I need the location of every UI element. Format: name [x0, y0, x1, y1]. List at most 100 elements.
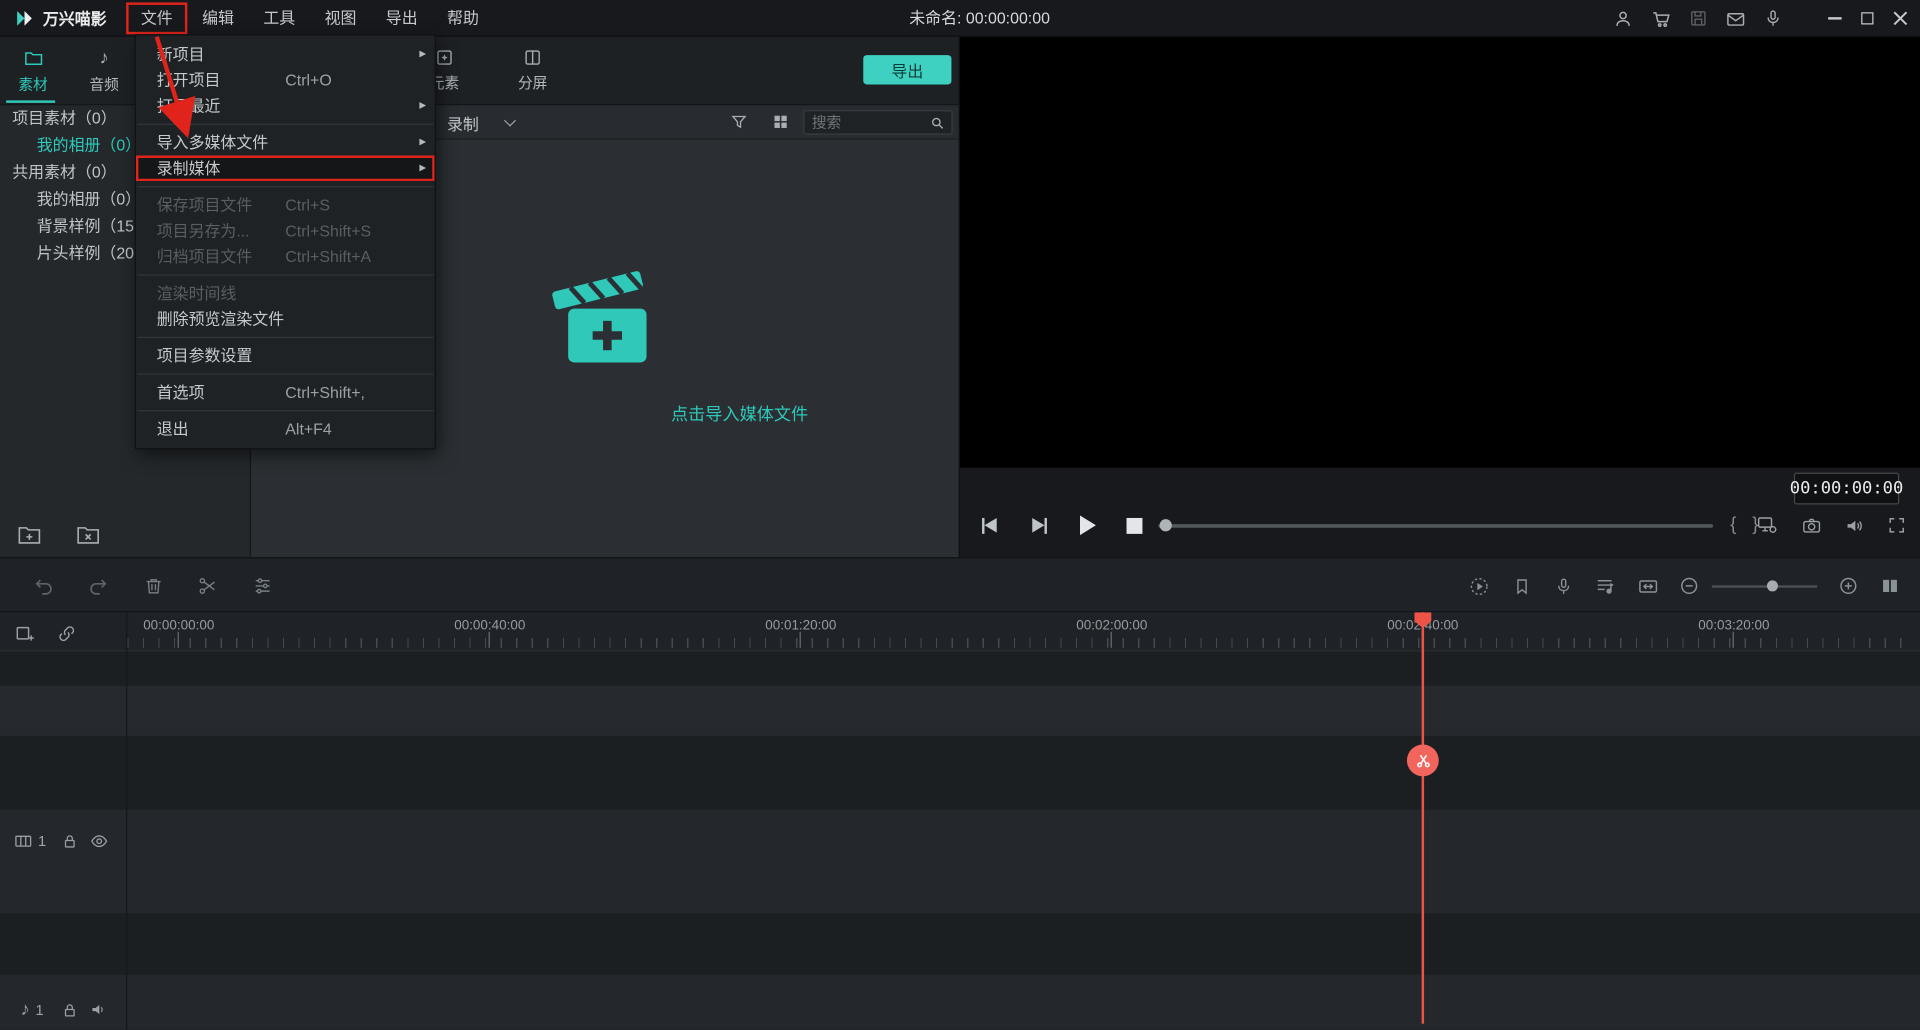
- menu-export[interactable]: 导出: [371, 0, 432, 36]
- maximize-button[interactable]: [1861, 12, 1873, 24]
- zoom-slider[interactable]: [1712, 585, 1817, 587]
- file-menu-item-render-timeline[interactable]: 渲染时间线: [136, 280, 435, 306]
- app-logo-icon: [15, 8, 35, 28]
- add-to-timeline-icon[interactable]: [15, 623, 36, 644]
- titlebar-actions: [1613, 0, 1783, 37]
- link-icon[interactable]: [56, 623, 77, 644]
- snapshot-icon[interactable]: [1800, 514, 1822, 536]
- close-button[interactable]: [1893, 11, 1908, 26]
- audio-track-lane: [0, 975, 1920, 1030]
- tab-media-label: 素材: [18, 73, 47, 94]
- volume-icon[interactable]: [1843, 514, 1865, 536]
- app-name: 万兴喵影: [43, 6, 107, 29]
- mail-icon[interactable]: [1725, 8, 1746, 29]
- timeline-ruler[interactable]: 00:00:00:00 00:00:40:00 00:01:20:00 00:0…: [0, 612, 1920, 651]
- submenu-arrow-icon: ▸: [419, 42, 426, 68]
- ruler-minor-ticks: [127, 638, 1915, 648]
- submenu-arrow-icon: ▸: [419, 156, 426, 182]
- redo-icon[interactable]: [86, 574, 109, 597]
- menu-tools[interactable]: 工具: [249, 0, 310, 36]
- mark-in-icon[interactable]: {: [1730, 514, 1736, 535]
- playback-settings-icon[interactable]: [1756, 514, 1778, 536]
- mic-icon[interactable]: [1763, 9, 1783, 29]
- tab-media[interactable]: 素材: [5, 48, 61, 95]
- zoom-out-icon[interactable]: [1678, 574, 1701, 597]
- delete-icon[interactable]: [142, 574, 165, 597]
- playhead-line[interactable]: [1422, 612, 1424, 1023]
- file-menu-item-new-project[interactable]: 新项目▸: [136, 42, 435, 68]
- file-menu-item-preferences[interactable]: 首选项Ctrl+Shift+,: [136, 380, 435, 406]
- current-timecode: 00:00:00:00: [1794, 473, 1899, 505]
- file-menu-item-save-as[interactable]: 项目另存为...Ctrl+Shift+S: [136, 218, 435, 244]
- cart-icon[interactable]: [1651, 8, 1672, 29]
- menu-separator: [137, 373, 433, 374]
- video-visibility-eye-icon[interactable]: [88, 830, 109, 851]
- timeline-lane: [0, 736, 1920, 809]
- file-menu-item-archive-project[interactable]: 归档项目文件Ctrl+Shift+A: [136, 244, 435, 270]
- split-scissors-icon[interactable]: [196, 574, 219, 597]
- marker-icon[interactable]: [1510, 574, 1533, 597]
- submenu-arrow-icon: ▸: [419, 130, 426, 156]
- filter-icon[interactable]: [730, 113, 748, 131]
- menu-separator: [137, 410, 433, 411]
- file-menu-item-delete-render-files[interactable]: 删除预览渲染文件: [136, 306, 435, 332]
- add-folder-icon[interactable]: [17, 523, 41, 545]
- minimize-button[interactable]: [1828, 17, 1841, 19]
- file-menu-item-import-media[interactable]: 导入多媒体文件▸: [136, 130, 435, 156]
- music-note-icon: ♪: [99, 48, 108, 69]
- active-tab-underline: [6, 100, 55, 102]
- play-button[interactable]: [1076, 516, 1098, 536]
- save-icon[interactable]: [1689, 9, 1709, 29]
- menu-separator: [137, 124, 433, 125]
- menu-view[interactable]: 视图: [310, 0, 371, 36]
- audio-mute-speaker-icon[interactable]: [88, 999, 109, 1020]
- window-controls: [1828, 0, 1908, 37]
- audio-lock-icon[interactable]: [59, 999, 80, 1020]
- splitscreen-icon: [523, 48, 543, 68]
- search-input[interactable]: [804, 114, 929, 131]
- timeline-panel: 00:00:00:00 00:00:40:00 00:01:20:00 00:0…: [0, 612, 1920, 1030]
- voiceover-mic-icon[interactable]: [1551, 574, 1574, 597]
- previous-frame-button[interactable]: [978, 516, 1000, 536]
- app-window: 万兴喵影 文件 编辑 工具 视图 导出 帮助 未命名: 00:00:00:00: [0, 0, 1920, 1030]
- delete-folder-icon[interactable]: [76, 523, 100, 545]
- export-button[interactable]: 导出: [863, 55, 951, 84]
- zoom-in-icon[interactable]: [1837, 574, 1860, 597]
- panel-layout-icon[interactable]: [1878, 574, 1901, 597]
- track-header-divider: [126, 612, 127, 1030]
- menu-edit[interactable]: 编辑: [187, 0, 248, 36]
- file-menu-item-exit[interactable]: 退出Alt+F4: [136, 416, 435, 442]
- window-title: 未命名: 00:00:00:00: [909, 0, 1050, 37]
- next-frame-button[interactable]: [1029, 516, 1051, 536]
- tab-splitscreen-label: 分屏: [518, 72, 547, 93]
- search-icon[interactable]: [929, 114, 945, 130]
- file-menu-item-save-project[interactable]: 保存项目文件Ctrl+S: [136, 192, 435, 218]
- scissors-cut-badge[interactable]: [1407, 744, 1439, 776]
- tab-audio[interactable]: ♪ 音频: [76, 48, 132, 95]
- stop-button[interactable]: [1123, 516, 1145, 536]
- file-menu-item-open-project[interactable]: 打开项目Ctrl+O: [136, 67, 435, 93]
- account-icon[interactable]: [1613, 8, 1634, 29]
- menu-file[interactable]: 文件: [126, 2, 187, 34]
- menubar: 文件 编辑 工具 视图 导出 帮助: [126, 0, 493, 36]
- render-preview-icon[interactable]: [1467, 574, 1490, 597]
- video-lock-icon[interactable]: [59, 830, 80, 851]
- audio-mixer-icon[interactable]: [1593, 574, 1616, 597]
- seek-bar[interactable]: [1158, 524, 1713, 528]
- menu-separator: [137, 186, 433, 187]
- grid-view-icon[interactable]: [771, 113, 789, 131]
- adjust-icon[interactable]: [251, 574, 274, 597]
- fit-timeline-icon[interactable]: [1636, 574, 1659, 597]
- tab-splitscreen[interactable]: 分屏: [504, 48, 560, 93]
- seek-handle[interactable]: [1160, 519, 1172, 531]
- file-menu-item-record-media[interactable]: 录制媒体▸: [136, 156, 435, 182]
- record-dropdown[interactable]: 录制: [447, 105, 514, 139]
- file-menu-item-open-recent[interactable]: 打开最近▸: [136, 93, 435, 119]
- zoom-slider-handle[interactable]: [1767, 580, 1778, 591]
- undo-icon[interactable]: [32, 574, 55, 597]
- fullscreen-icon[interactable]: [1886, 514, 1908, 536]
- file-menu-item-project-settings[interactable]: 项目参数设置: [136, 343, 435, 369]
- menu-help[interactable]: 帮助: [432, 0, 493, 36]
- clapperboard-icon: [544, 262, 666, 375]
- search-box: [803, 110, 952, 134]
